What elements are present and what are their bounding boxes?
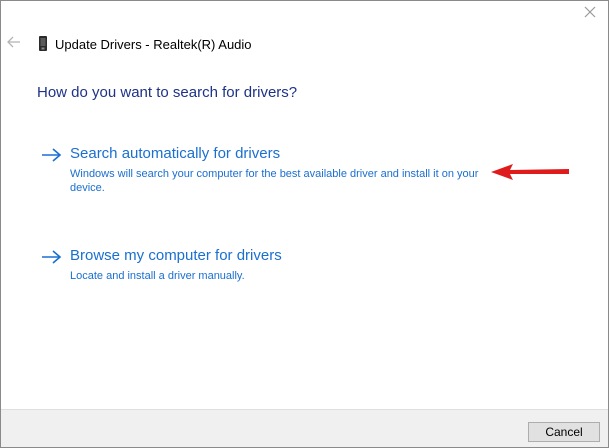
option-title: Browse my computer for drivers [70,247,282,264]
page-heading: How do you want to search for drivers? [37,84,298,101]
option-description: Windows will search your computer for th… [70,168,479,194]
window-title: Update Drivers - Realtek(R) Audio [55,37,252,52]
arrow-right-icon [39,249,63,265]
close-button[interactable] [579,4,601,24]
close-icon [584,5,596,23]
option-description: Locate and install a driver manually. [70,270,245,282]
update-drivers-dialog: Update Drivers - Realtek(R) Audio How do… [0,0,609,448]
browse-computer-option[interactable]: Browse my computer for drivers Locate an… [39,247,339,285]
cancel-button[interactable]: Cancel [528,422,600,442]
back-arrow-icon [7,35,21,53]
search-automatically-option[interactable]: Search automatically for drivers Windows… [39,145,509,197]
back-button[interactable] [5,35,23,53]
arrow-right-icon [39,147,63,163]
option-title: Search automatically for drivers [70,145,281,162]
dialog-footer: Cancel [1,409,608,447]
red-arrow-icon [489,162,571,182]
device-icon [38,36,48,51]
